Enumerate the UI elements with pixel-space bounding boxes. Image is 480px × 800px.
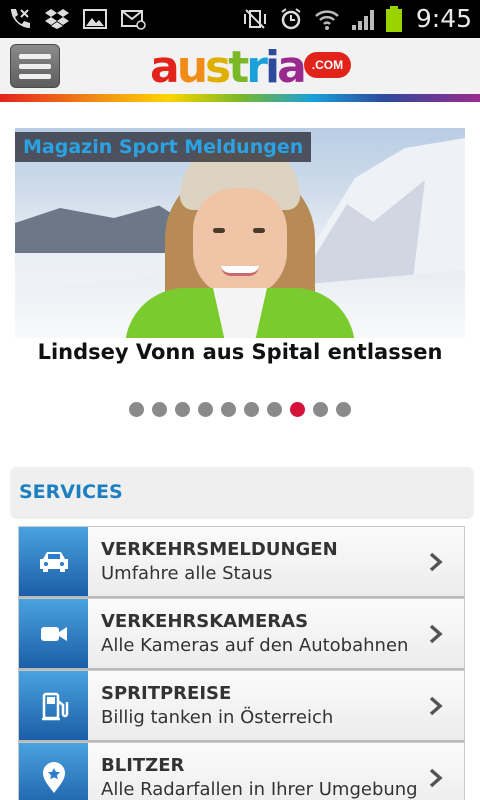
pagination-dot-6[interactable] — [244, 402, 259, 417]
news-slide-image[interactable]: Magazin Sport Meldungen — [15, 128, 465, 338]
services-header: SERVICES — [11, 467, 473, 517]
battery-icon — [385, 5, 402, 32]
pagination-dot-3[interactable] — [175, 402, 190, 417]
service-item-verkehrsmeldungen[interactable]: VERKEHRSMELDUNGEN Umfahre alle Staus — [18, 526, 465, 598]
service-subtitle: Alle Kameras auf den Autobahnen — [101, 635, 409, 656]
app-header: austria .COM — [0, 38, 480, 94]
vibrate-mute-icon — [243, 8, 266, 29]
chevron-right-icon — [429, 768, 443, 788]
logo-text: austria — [150, 42, 307, 93]
gallery-icon — [83, 9, 107, 29]
email-icon — [121, 10, 146, 30]
map-pin-icon — [19, 743, 88, 800]
logo[interactable]: austria .COM — [150, 40, 352, 93]
clock: 9:45 — [415, 4, 472, 33]
pagination-dot-1[interactable] — [129, 402, 144, 417]
service-item-blitzer[interactable]: BLITZER Alle Radarfallen in Ihrer Umgebu… — [18, 742, 465, 800]
rainbow-divider — [0, 94, 480, 102]
services-list: VERKEHRSMELDUNGEN Umfahre alle Staus VER… — [18, 526, 465, 800]
chevron-right-icon — [429, 624, 443, 644]
chevron-right-icon — [429, 696, 443, 716]
service-subtitle: Billig tanken in Österreich — [101, 707, 334, 728]
services-heading: SERVICES — [19, 481, 123, 503]
dropbox-icon — [45, 9, 69, 29]
service-subtitle: Umfahre alle Staus — [101, 563, 273, 584]
service-item-spritpreise[interactable]: SPRITPREISE Billig tanken in Österreich — [18, 670, 465, 742]
service-item-verkehrskameras[interactable]: VERKEHRSKAMERAS Alle Kameras auf den Aut… — [18, 598, 465, 670]
menu-button[interactable] — [10, 44, 60, 88]
fuel-pump-icon — [19, 671, 88, 740]
pagination-dot-7[interactable] — [267, 402, 282, 417]
pagination-dot-4[interactable] — [198, 402, 213, 417]
chevron-right-icon — [429, 552, 443, 572]
pagination-dot-9[interactable] — [313, 402, 328, 417]
pagination-dot-5[interactable] — [221, 402, 236, 417]
alarm-icon — [281, 7, 301, 29]
slide-caption[interactable]: Lindsey Vonn aus Spital entlassen — [0, 340, 480, 364]
pagination-dot-8[interactable] — [290, 402, 305, 417]
service-title: SPRITPREISE — [101, 683, 232, 704]
car-icon — [19, 527, 88, 596]
slide-category-label[interactable]: Magazin Sport Meldungen — [15, 132, 312, 162]
video-camera-icon — [19, 599, 88, 668]
signal-icon — [351, 9, 374, 30]
service-title: VERKEHRSMELDUNGEN — [101, 539, 338, 560]
status-bar: 9:45 — [0, 0, 480, 38]
service-subtitle: Alle Radarfallen in Ihrer Umgebung — [101, 779, 418, 800]
service-title: BLITZER — [101, 755, 185, 776]
pagination-dot-2[interactable] — [152, 402, 167, 417]
wifi-icon — [315, 9, 339, 30]
menu-icon — [19, 53, 51, 59]
slider-pagination — [0, 402, 480, 417]
pagination-dot-10[interactable] — [336, 402, 351, 417]
missed-call-icon — [11, 9, 30, 28]
logo-badge: .COM — [303, 52, 352, 78]
service-title: VERKEHRSKAMERAS — [101, 611, 309, 632]
